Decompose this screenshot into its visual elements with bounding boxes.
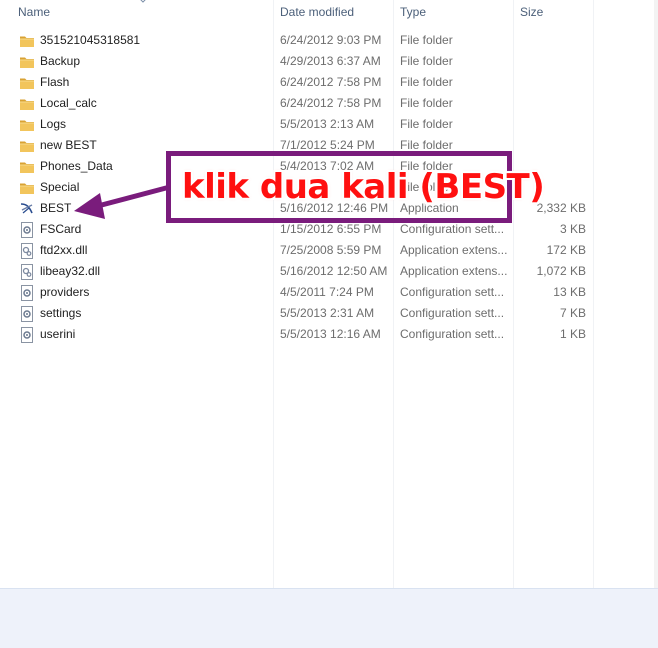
- file-icon-cell: [19, 30, 37, 51]
- file-icon-cell: [19, 198, 37, 219]
- file-size: 7 KB: [559, 306, 586, 320]
- file-row[interactable]: Backup 4/29/2013 6:37 AM File folder: [0, 51, 658, 72]
- file-size: 13 KB: [553, 285, 586, 299]
- file-row[interactable]: Logs 5/5/2013 2:13 AM File folder: [0, 114, 658, 135]
- annotation-label: klik dua kali (BEST): [182, 167, 545, 207]
- file-type: Application extens...: [400, 264, 508, 278]
- file-icon-cell: [19, 135, 37, 156]
- settings-file-icon: [19, 306, 35, 322]
- file-icon-cell: [19, 177, 37, 198]
- file-icon-cell: [19, 282, 37, 303]
- file-name: providers: [40, 285, 90, 299]
- folder-icon: [19, 159, 35, 175]
- file-size: [516, 114, 586, 135]
- file-row[interactable]: userini 5/5/2013 12:16 AM Configuration se…: [0, 324, 658, 345]
- column-header-date[interactable]: Date modified: [274, 0, 394, 24]
- settings-file-icon: [19, 285, 35, 301]
- file-name: ftd2xx.dll: [40, 243, 88, 257]
- settings-file-icon: [19, 327, 35, 343]
- file-icon-cell: [19, 261, 37, 282]
- file-icon-cell: [19, 72, 37, 93]
- file-type: File folder: [400, 54, 453, 68]
- column-header-type[interactable]: Type: [394, 0, 514, 24]
- file-icon-cell: [19, 240, 37, 261]
- sort-ascending-icon: [140, 0, 146, 3]
- file-row[interactable]: 351521045318581 6/24/2012 9:03 PM File fol…: [0, 30, 658, 51]
- file-name: settings: [40, 306, 82, 320]
- file-type: File folder: [400, 75, 453, 89]
- folder-icon: [19, 54, 35, 70]
- folder-icon: [19, 96, 35, 112]
- file-date-modified: 5/5/2013 2:13 AM: [280, 117, 375, 131]
- file-name: Flash: [40, 75, 70, 89]
- column-header-type-label: Type: [400, 5, 427, 19]
- file-type: File folder: [400, 33, 453, 47]
- file-row[interactable]: Local_calc 6/24/2012 7:58 PM File folder: [0, 93, 658, 114]
- folder-icon: [19, 180, 35, 196]
- file-icon-cell: [19, 156, 37, 177]
- file-date-modified: 6/24/2012 7:58 PM: [280, 75, 382, 89]
- file-size: [516, 135, 586, 156]
- dll-file-icon: [19, 264, 35, 280]
- file-name: Logs: [40, 117, 67, 131]
- file-name: userini: [40, 327, 76, 341]
- column-header-date-label: Date modified: [280, 5, 355, 19]
- file-icon-cell: [19, 303, 37, 324]
- file-name: Local_calc: [40, 96, 97, 110]
- folder-icon: [19, 33, 35, 49]
- file-icon-cell: [19, 219, 37, 240]
- file-icon-cell: [19, 114, 37, 135]
- folder-icon: [19, 75, 35, 91]
- file-type: Configuration sett...: [400, 327, 505, 341]
- file-date-modified: 7/25/2008 5:59 PM: [280, 243, 382, 257]
- column-header-size[interactable]: Size: [514, 0, 594, 24]
- file-size: 1,072 KB: [536, 264, 586, 278]
- file-size: 1 KB: [559, 327, 586, 341]
- file-size: [516, 93, 586, 114]
- folder-icon: [19, 138, 35, 154]
- file-date-modified: 5/16/2012 12:50 AM: [280, 264, 388, 278]
- file-icon-cell: [19, 324, 37, 345]
- file-date-modified: 5/5/2013 12:16 AM: [280, 327, 381, 341]
- file-date-modified: 5/5/2013 2:31 AM: [280, 306, 375, 320]
- column-header-name-label: Name: [18, 5, 51, 19]
- file-type: File folder: [400, 117, 453, 131]
- file-type: File folder: [400, 96, 453, 110]
- column-header-bar: Name Date modified Type Size: [0, 0, 658, 24]
- file-name: 351521045318581: [40, 33, 141, 47]
- file-date-modified: 6/24/2012 9:03 PM: [280, 33, 382, 47]
- file-date-modified: 4/29/2013 6:37 AM: [280, 54, 381, 68]
- file-date-modified: 4/5/2011 7:24 PM: [280, 285, 374, 299]
- file-row[interactable]: providers 4/5/2011 7:24 PM Configuration s…: [0, 282, 658, 303]
- file-type: Configuration sett...: [400, 306, 505, 320]
- file-name: Backup: [40, 54, 81, 68]
- file-row[interactable]: settings 5/5/2013 2:31 AM Configuration se…: [0, 303, 658, 324]
- application-icon: [19, 201, 35, 217]
- file-size: [516, 51, 586, 72]
- column-header-size-label: Size: [520, 5, 544, 19]
- file-row[interactable]: Flash 6/24/2012 7:58 PM File folder: [0, 72, 658, 93]
- file-date-modified: 6/24/2012 7:58 PM: [280, 96, 382, 110]
- folder-icon: [19, 117, 35, 133]
- file-row[interactable]: ftd2xx.dll 7/25/2008 5:59 PM Application e…: [0, 240, 658, 261]
- status-bar: [0, 588, 658, 648]
- file-size: [516, 30, 586, 51]
- file-size: 3 KB: [559, 222, 586, 236]
- file-size: [516, 72, 586, 93]
- settings-file-icon: [19, 222, 35, 238]
- file-name: libeay32.dll: [40, 264, 101, 278]
- file-icon-cell: [19, 51, 37, 72]
- file-icon-cell: [19, 93, 37, 114]
- file-size: 172 KB: [546, 243, 586, 257]
- file-type: Application extens...: [400, 243, 508, 257]
- file-row[interactable]: libeay32.dll 5/16/2012 12:50 AM Applicatio…: [0, 261, 658, 282]
- dll-file-icon: [19, 243, 35, 259]
- file-type: Configuration sett...: [400, 285, 505, 299]
